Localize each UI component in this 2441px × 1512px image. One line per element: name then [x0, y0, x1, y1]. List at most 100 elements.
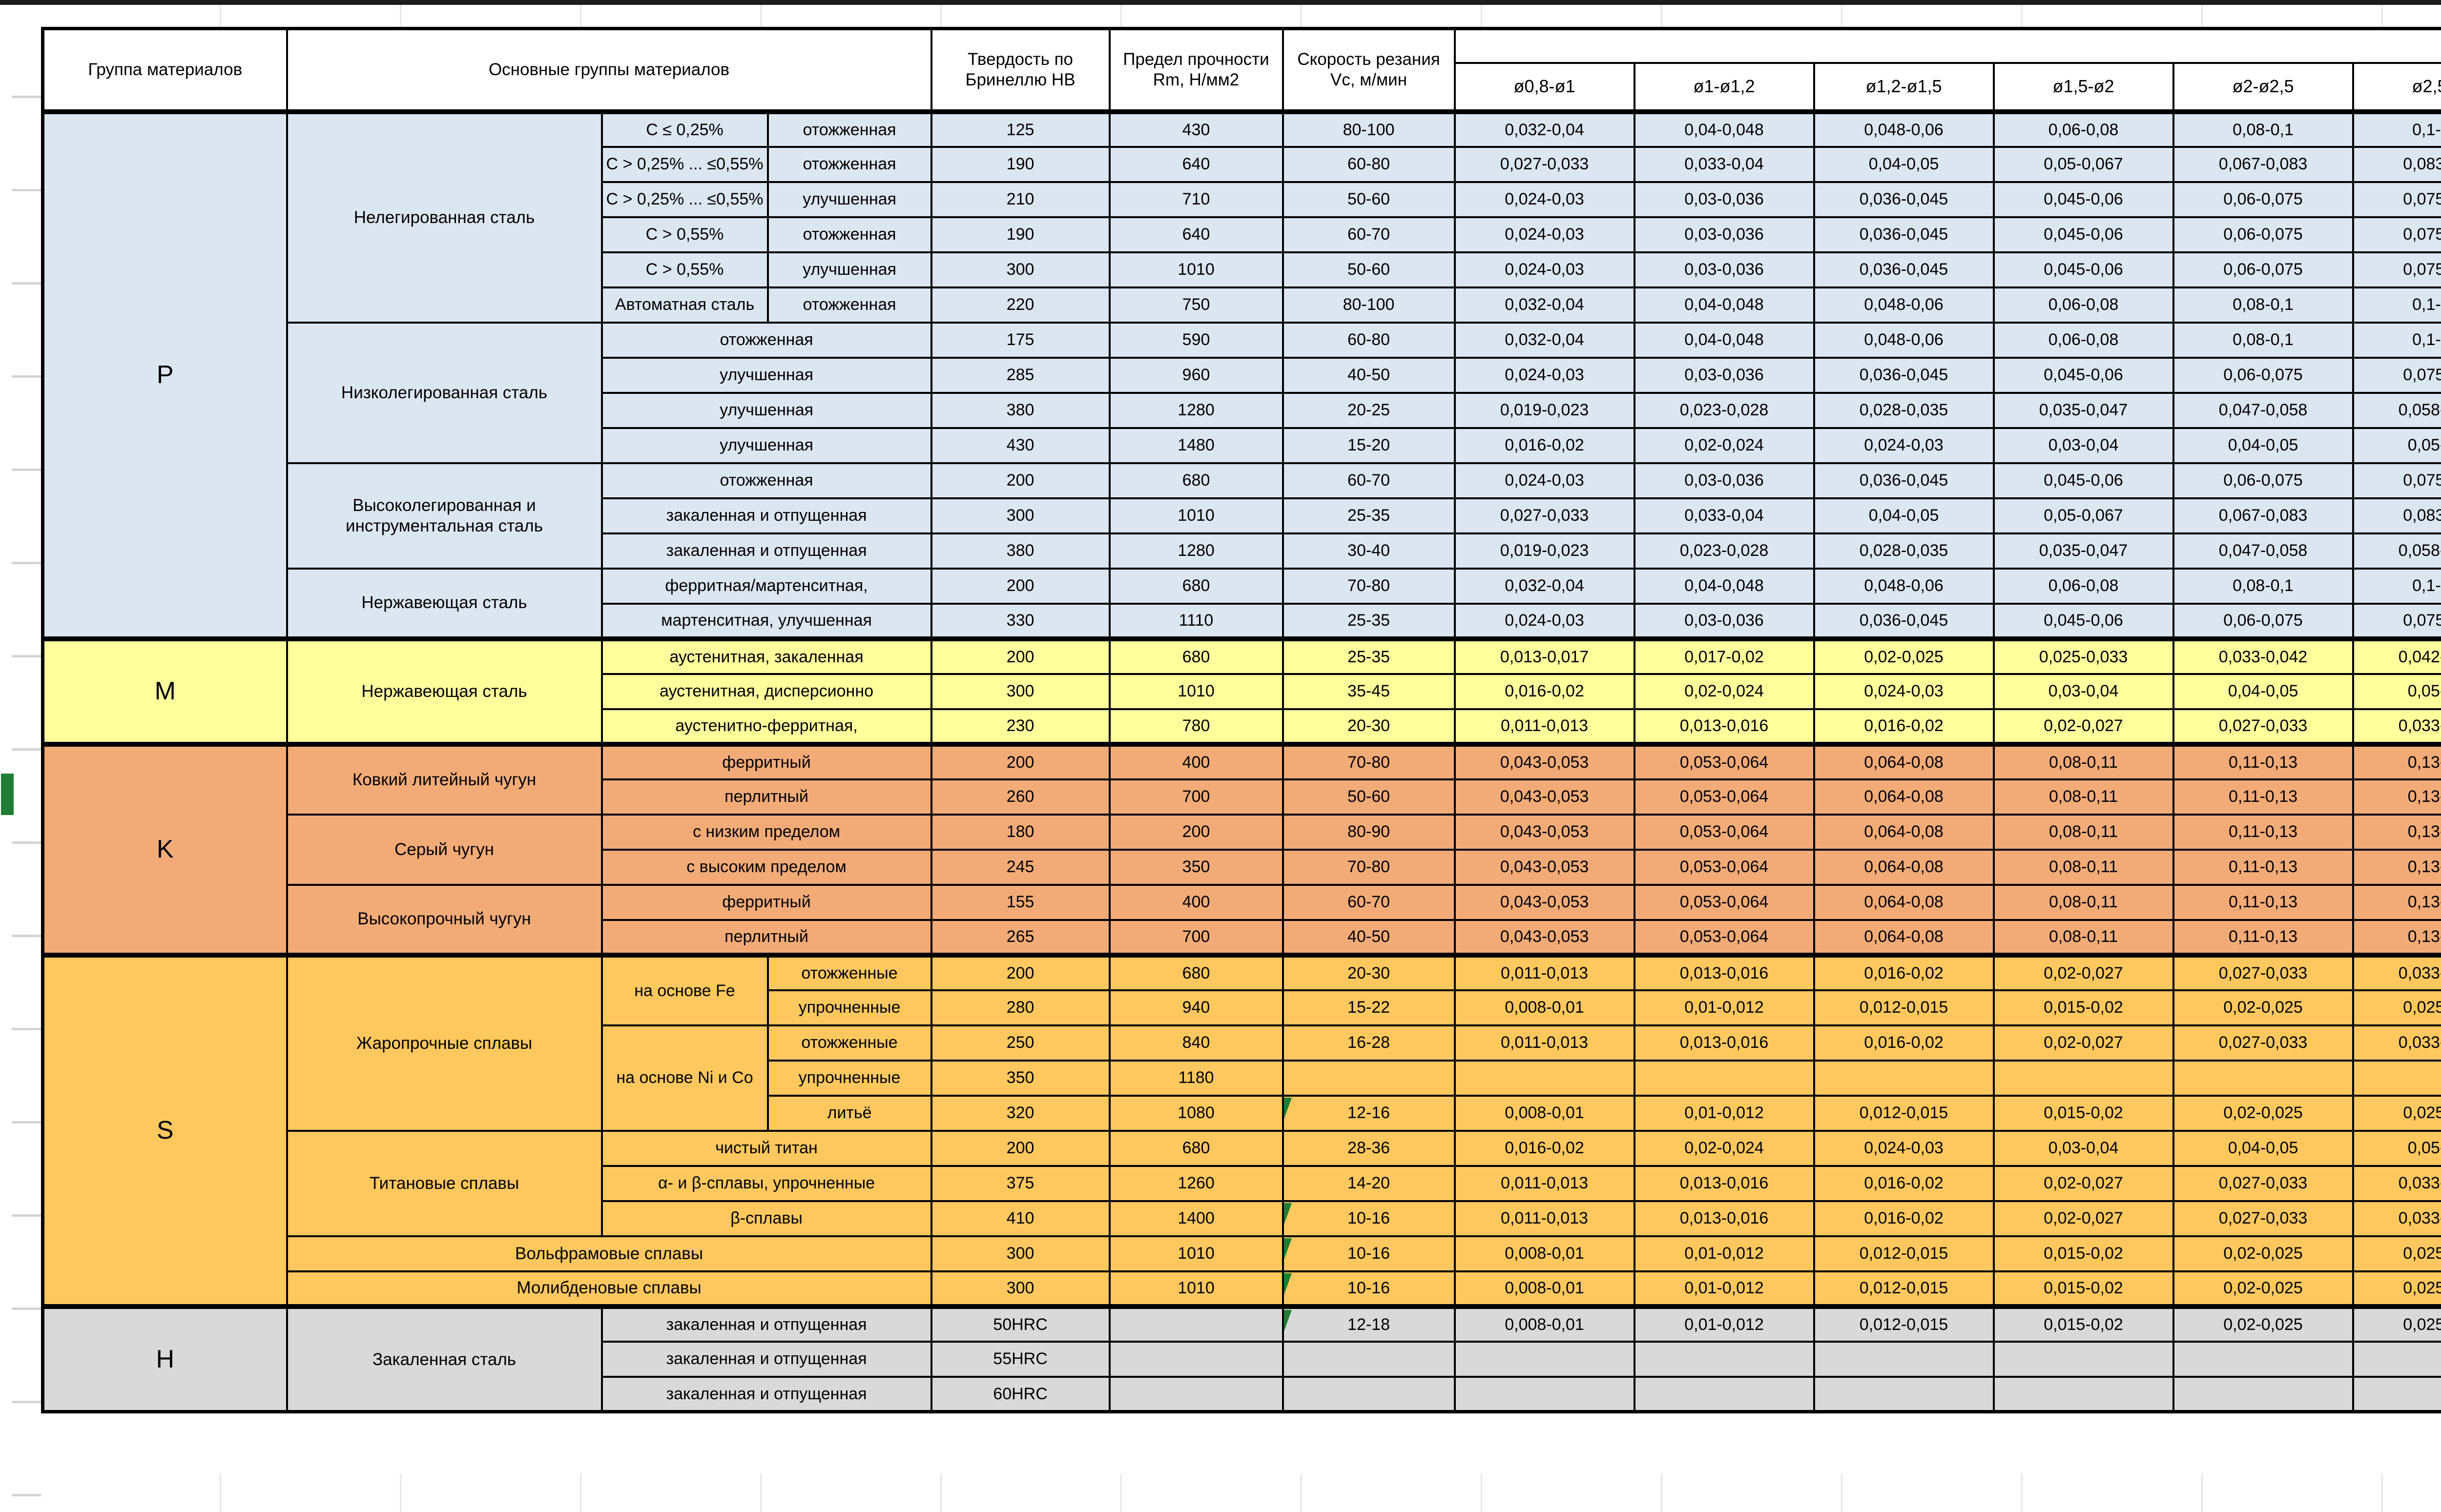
feed-value-d1[interactable]: 0,008-0,01 [1455, 1307, 1634, 1342]
feed-value-d2[interactable]: 0,03-0,036 [1634, 217, 1814, 252]
material-group[interactable]: Закаленная сталь [287, 1307, 602, 1412]
feed-value-d6[interactable]: 0,058-0,093 [2353, 533, 2441, 569]
feed-value-d4[interactable]: 0,045-0,06 [1994, 358, 2173, 393]
feed-value-d2[interactable]: 0,013-0,016 [1634, 709, 1814, 744]
state[interactable]: аустенитно-ферритная, [602, 709, 931, 744]
feed-value-d1[interactable]: 0,019-0,023 [1455, 533, 1634, 569]
strength-rm[interactable]: 710 [1110, 182, 1283, 217]
feed-value-d4[interactable]: 0,015-0,02 [1994, 990, 2173, 1025]
feed-value-d4[interactable]: 0,045-0,06 [1994, 252, 2173, 287]
feed-value-d2[interactable]: 0,01-0,012 [1634, 990, 1814, 1025]
feed-value-d6[interactable]: 0,13-0,21 [2353, 850, 2441, 885]
feed-value-d1[interactable]: 0,024-0,03 [1455, 604, 1634, 639]
hardness-hb[interactable]: 320 [931, 1096, 1110, 1131]
hardness-hb[interactable]: 300 [931, 674, 1110, 709]
hardness-hb[interactable]: 180 [931, 815, 1110, 850]
feed-value-d3[interactable]: 0,064-0,08 [1814, 850, 1994, 885]
hardness-hb[interactable]: 350 [931, 1061, 1110, 1096]
material-group[interactable]: Высокопрочный чугун [287, 885, 602, 955]
material-group[interactable]: Нелегированная сталь [287, 112, 602, 323]
feed-value-d2[interactable]: 0,02-0,024 [1634, 1131, 1814, 1166]
feed-value-d6[interactable]: 0,033-0,053 [2353, 1201, 2441, 1236]
strength-rm[interactable]: 400 [1110, 885, 1283, 920]
feed-value-d3[interactable]: 0,012-0,015 [1814, 1096, 1994, 1131]
strength-rm[interactable]: 700 [1110, 779, 1283, 815]
feed-value-d2[interactable]: 0,04-0,048 [1634, 112, 1814, 147]
strength-rm[interactable]: 1180 [1110, 1061, 1283, 1096]
material-group[interactable]: Нержавеющая сталь [287, 569, 602, 639]
hardness-hb[interactable]: 220 [931, 287, 1110, 323]
feed-value-d5[interactable]: 0,08-0,1 [2173, 323, 2353, 358]
state[interactable]: отожженная [602, 323, 931, 358]
cutting-speed[interactable]: 60-80 [1283, 147, 1455, 182]
state[interactable]: мартенситная, улучшенная [602, 604, 931, 639]
feed-value-d6[interactable]: 0,1-0,16 [2353, 323, 2441, 358]
header-material-group[interactable]: Группа материалов [43, 29, 287, 112]
feed-value-d2[interactable]: 0,04-0,048 [1634, 569, 1814, 604]
feed-value-d1[interactable]: 0,027-0,033 [1455, 147, 1634, 182]
cutting-speed[interactable]: 25-35 [1283, 604, 1455, 639]
cutting-speed[interactable]: 80-100 [1283, 112, 1455, 147]
feed-value-d4[interactable]: 0,05-0,067 [1994, 147, 2173, 182]
feed-value-d5[interactable]: 0,11-0,13 [2173, 885, 2353, 920]
feed-value-d2[interactable]: 0,053-0,064 [1634, 885, 1814, 920]
feed-value-d4[interactable]: 0,015-0,02 [1994, 1096, 2173, 1131]
feed-value-d2[interactable]: 0,013-0,016 [1634, 1025, 1814, 1061]
feed-value-d1[interactable] [1455, 1061, 1634, 1096]
cutting-speed[interactable]: 15-22 [1283, 990, 1455, 1025]
feed-value-d3[interactable]: 0,016-0,02 [1814, 1201, 1994, 1236]
feed-value-d6[interactable]: 0,1-0,16 [2353, 112, 2441, 147]
feed-value-d6[interactable]: 0,13-0,21 [2353, 920, 2441, 955]
feed-value-d4[interactable]: 0,06-0,08 [1994, 112, 2173, 147]
cutting-speed[interactable]: 40-50 [1283, 358, 1455, 393]
feed-value-d5[interactable]: 0,08-0,1 [2173, 569, 2353, 604]
header-feed-title[interactable]: Подача Fn, мм/об [1455, 29, 2441, 63]
feed-value-d4[interactable]: 0,03-0,04 [1994, 674, 2173, 709]
header-diameter-6[interactable]: ø2,5-ø4 [2353, 63, 2441, 112]
feed-value-d1[interactable]: 0,011-0,013 [1455, 709, 1634, 744]
header-diameter-4[interactable]: ø1,5-ø2 [1994, 63, 2173, 112]
feed-value-d3[interactable]: 0,016-0,02 [1814, 709, 1994, 744]
feed-value-d5[interactable] [2173, 1377, 2353, 1412]
hardness-hb[interactable]: 190 [931, 147, 1110, 182]
hardness-hb[interactable]: 125 [931, 112, 1110, 147]
feed-value-d4[interactable]: 0,03-0,04 [1994, 428, 2173, 463]
feed-value-d2[interactable]: 0,033-0,04 [1634, 498, 1814, 533]
feed-value-d6[interactable]: 0,025-0,04 [2353, 1271, 2441, 1307]
feed-value-d5[interactable]: 0,02-0,025 [2173, 1236, 2353, 1271]
strength-rm[interactable] [1110, 1377, 1283, 1412]
strength-rm[interactable]: 400 [1110, 744, 1283, 779]
state[interactable]: отожженная [768, 112, 931, 147]
feed-value-d6[interactable]: 0,083-0,13 [2353, 498, 2441, 533]
feed-value-d1[interactable]: 0,032-0,04 [1455, 323, 1634, 358]
feed-value-d2[interactable]: 0,023-0,028 [1634, 533, 1814, 569]
strength-rm[interactable]: 1010 [1110, 498, 1283, 533]
feed-value-d1[interactable]: 0,016-0,02 [1455, 674, 1634, 709]
material-group[interactable]: Серый чугун [287, 815, 602, 885]
material-group[interactable]: Вольфрамовые сплавы [287, 1236, 931, 1271]
feed-value-d6[interactable]: 0,033-0,053 [2353, 1166, 2441, 1201]
cutting-speed[interactable]: 50-60 [1283, 182, 1455, 217]
feed-value-d2[interactable] [1634, 1377, 1814, 1412]
state[interactable]: закаленная и отпущенная [602, 498, 931, 533]
hardness-hb[interactable]: 190 [931, 217, 1110, 252]
feed-value-d6[interactable]: 0,05-0,08 [2353, 428, 2441, 463]
state[interactable]: с высоким пределом [602, 850, 931, 885]
feed-value-d2[interactable]: 0,03-0,036 [1634, 604, 1814, 639]
feed-value-d2[interactable]: 0,03-0,036 [1634, 358, 1814, 393]
feed-value-d1[interactable]: 0,043-0,053 [1455, 920, 1634, 955]
feed-value-d3[interactable]: 0,024-0,03 [1814, 1131, 1994, 1166]
state[interactable]: улучшенная [602, 358, 931, 393]
feed-value-d5[interactable]: 0,02-0,025 [2173, 990, 2353, 1025]
feed-value-d6[interactable]: 0,05-0,08 [2353, 674, 2441, 709]
feed-value-d5[interactable]: 0,11-0,13 [2173, 850, 2353, 885]
feed-value-d6[interactable]: 0,025-0,04 [2353, 990, 2441, 1025]
feed-value-d3[interactable]: 0,04-0,05 [1814, 498, 1994, 533]
hardness-hb[interactable]: 410 [931, 1201, 1110, 1236]
feed-value-d2[interactable]: 0,01-0,012 [1634, 1096, 1814, 1131]
feed-value-d2[interactable]: 0,01-0,012 [1634, 1271, 1814, 1307]
material-group[interactable]: Нержавеющая сталь [287, 639, 602, 744]
feed-value-d3[interactable]: 0,012-0,015 [1814, 1236, 1994, 1271]
feed-value-d2[interactable]: 0,02-0,024 [1634, 428, 1814, 463]
state[interactable]: отожженные [768, 1025, 931, 1061]
